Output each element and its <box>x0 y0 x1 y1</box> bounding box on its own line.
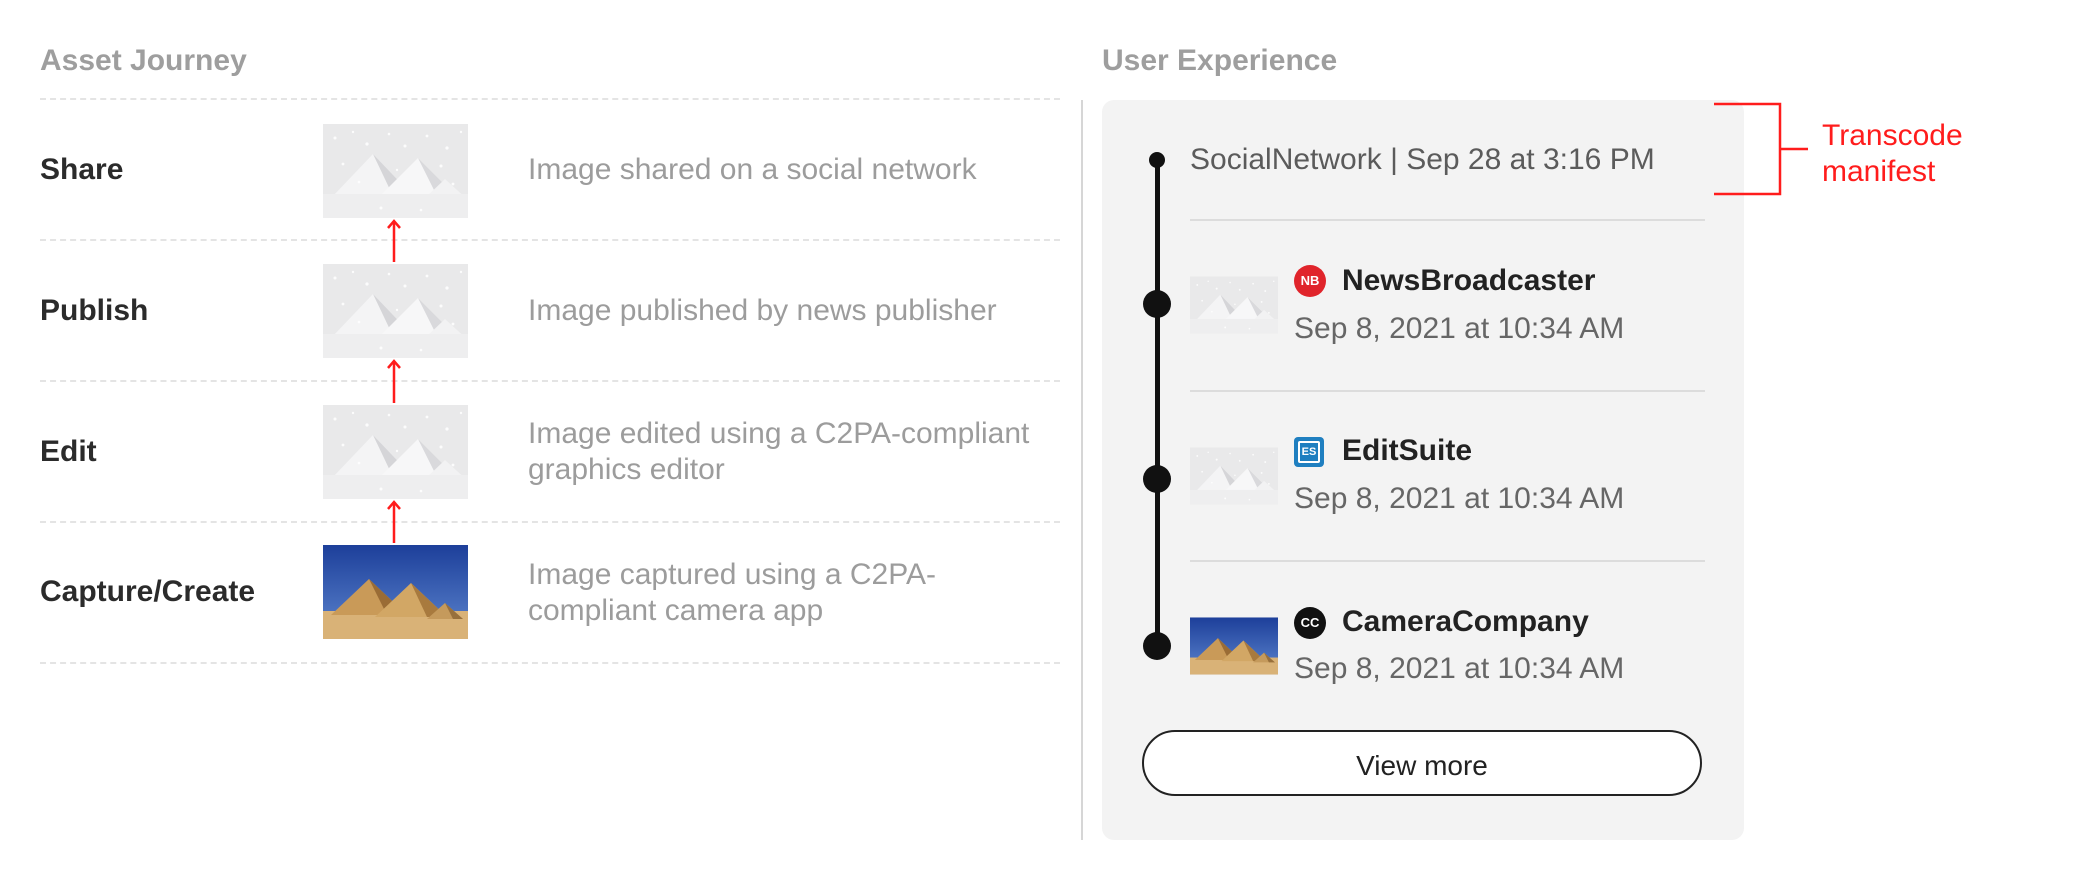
vertical-divider <box>1081 100 1083 840</box>
entry-name-cameracompany: CameraCompany <box>1342 605 1589 638</box>
stage-description-publish: Image published by news publisher <box>528 294 997 327</box>
separator <box>1190 560 1705 562</box>
stage-description-edit: Image edited using a C2PA-compliant grap… <box>528 417 1030 486</box>
divider <box>40 662 1060 664</box>
arrow-up-icon <box>387 219 401 262</box>
divider <box>40 98 1060 100</box>
desert-pyramids-image <box>323 545 468 639</box>
editsuite-logo-text: ES <box>1298 441 1320 463</box>
timeline-line <box>1155 158 1160 648</box>
stage-label-share: Share <box>40 153 124 186</box>
timeline-dot <box>1143 465 1171 493</box>
stage-description-share: Image shared on a social network <box>528 153 977 186</box>
entry-date-editsuite: Sep 8, 2021 at 10:34 AM <box>1294 482 1625 515</box>
entry-thumbnail-news <box>1190 261 1278 349</box>
divider <box>40 380 1060 382</box>
timeline-dot <box>1143 290 1171 318</box>
snowy-pyramids-image <box>1190 432 1278 520</box>
stage-thumbnail-capture <box>323 545 468 639</box>
view-more-button[interactable]: View more <box>1142 730 1702 796</box>
divider <box>40 521 1060 523</box>
timeline-dot <box>1143 632 1171 660</box>
newsbroadcaster-logo-icon: NB <box>1294 265 1326 297</box>
transcode-manifest-label: Transcode manifest <box>1822 119 1963 188</box>
separator <box>1190 219 1705 221</box>
timeline-dot <box>1149 152 1165 168</box>
stage-label-edit: Edit <box>40 435 97 468</box>
entry-date-newsbroadcaster: Sep 8, 2021 at 10:34 AM <box>1294 312 1625 345</box>
stage-thumbnail-share <box>323 124 468 218</box>
user-experience-title: User Experience <box>1102 44 1338 77</box>
asset-journey-title: Asset Journey <box>40 44 247 77</box>
entry-name-newsbroadcaster: NewsBroadcaster <box>1342 264 1596 297</box>
arrow-up-icon <box>387 359 401 403</box>
entry-name-editsuite: EditSuite <box>1342 434 1473 467</box>
snowy-pyramids-image <box>323 405 468 499</box>
arrow-up-icon <box>387 500 401 543</box>
entry-thumbnail-camera <box>1190 602 1278 690</box>
stage-thumbnail-publish <box>323 264 468 358</box>
snowy-pyramids-image <box>323 124 468 218</box>
snowy-pyramids-image <box>1190 261 1278 349</box>
editsuite-logo-icon: ES <box>1294 437 1324 467</box>
stage-thumbnail-edit <box>323 405 468 499</box>
divider <box>40 239 1060 241</box>
cameracompany-logo-icon: CC <box>1294 607 1326 639</box>
stage-label-capture: Capture/Create <box>40 575 256 608</box>
entry-date-cameracompany: Sep 8, 2021 at 10:34 AM <box>1294 652 1625 685</box>
stage-label-publish: Publish <box>40 294 149 327</box>
separator <box>1190 390 1705 392</box>
stage-description-capture: Image captured using a C2PA-compliant ca… <box>528 558 937 627</box>
desert-pyramids-image <box>1190 602 1278 690</box>
snowy-pyramids-image <box>323 264 468 358</box>
annotation-bracket-icon <box>1714 102 1808 196</box>
entry-thumbnail-editsuite <box>1190 432 1278 520</box>
social-network-entry: SocialNetwork | Sep 28 at 3:16 PM <box>1190 143 1655 176</box>
